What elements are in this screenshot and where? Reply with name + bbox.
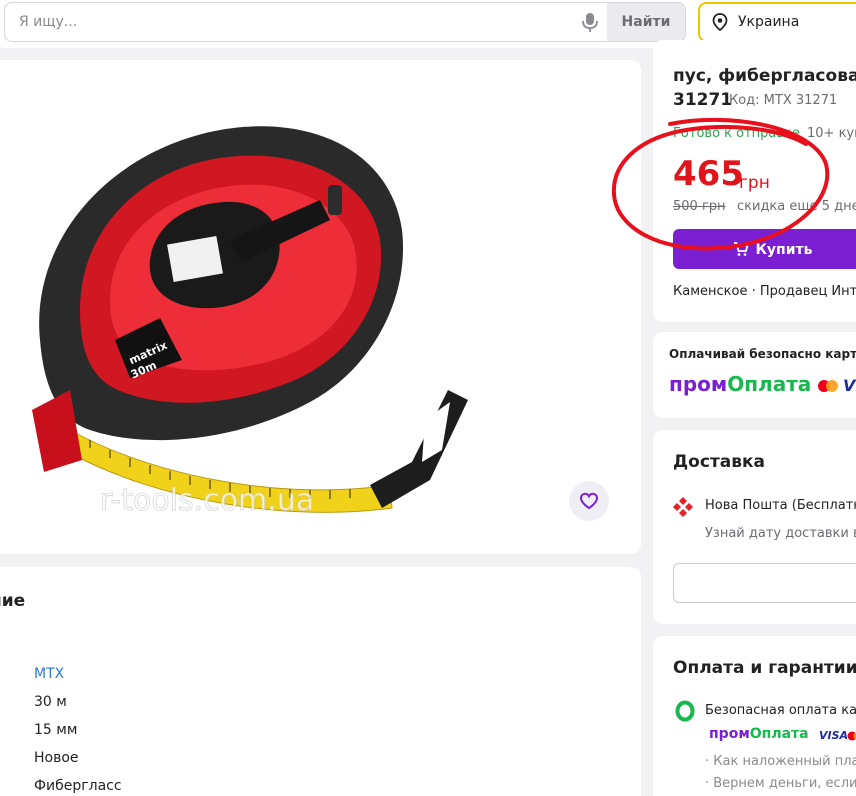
mastercard-icon-small	[847, 731, 856, 741]
safe-payment-card: Оплачивай безопасно карт промОплата VI	[653, 332, 856, 418]
region-selector[interactable]: Украина	[698, 2, 856, 42]
search-button[interactable]: Найти	[607, 3, 685, 41]
delivery-card: Доставка Нова Пошта (Бесплатно Узнай дат…	[653, 430, 856, 624]
product-gallery: matrix 30m r-tools.com.ua	[0, 60, 641, 554]
product-image[interactable]: matrix 30m r-tools.com.ua	[10, 90, 530, 550]
guarantee-bullet-cod: · Как наложенный плат	[705, 754, 856, 769]
search-box: Найти	[4, 2, 686, 42]
watermark: r-tools.com.ua	[100, 483, 314, 518]
specifications-title: ние	[0, 591, 26, 611]
favorite-button[interactable]	[569, 481, 609, 521]
delivery-date-hint: Узнай дату доставки в т	[705, 526, 856, 541]
region-label: Украина	[738, 14, 800, 30]
guarantee-bullet-refund: · Вернем деньги, если ч	[705, 776, 856, 791]
prom-oplata-logo-part2: Оплата	[727, 372, 812, 396]
guarantee-title: Оплата и гарантии	[673, 658, 856, 678]
spec-material: Фибергласс	[34, 778, 122, 794]
prom-oplata-logo-small-part2: Оплата	[749, 726, 809, 742]
heart-icon	[579, 492, 599, 510]
mastercard-icon	[818, 380, 838, 392]
location-pin-icon	[712, 13, 728, 32]
prom-oplata-logo-small-part1: пром	[709, 726, 750, 742]
payment-guarantee-card: Оплата и гарантии Безопасная оплата карт…	[653, 636, 856, 796]
price-highlight-circle	[611, 117, 830, 251]
guarantee-bullet-cod-text: Как наложенный плат	[713, 754, 856, 769]
product-code: Код: MTX 31271	[729, 93, 838, 108]
prom-oplata-logo: промОплата	[669, 372, 811, 396]
spec-length: 30 м	[34, 694, 67, 710]
seller-info[interactable]: Каменское · Продавец Интер	[673, 284, 856, 299]
prom-oplata-logo-small: промОплата	[709, 726, 809, 742]
delivery-option-nova-poshta[interactable]: Нова Пошта (Бесплатно	[705, 498, 856, 513]
delivery-city-input[interactable]	[673, 563, 856, 603]
nova-poshta-icon	[673, 497, 693, 517]
visa-logo-small: VISA	[819, 729, 849, 742]
prom-oplata-logo-part1: пром	[669, 372, 728, 396]
spec-brand-link[interactable]: MTX	[34, 666, 64, 682]
guarantee-bullet-refund-text: Вернем деньги, если ч	[713, 776, 856, 791]
product-code-number: 31271	[673, 90, 733, 110]
prom-oplata-o-icon	[675, 700, 695, 722]
visa-logo: VI	[843, 376, 856, 395]
safe-payment-label: Безопасная оплата карт	[705, 703, 856, 718]
delivery-title: Доставка	[673, 452, 765, 472]
safe-payment-title: Оплачивай безопасно карт	[669, 347, 856, 361]
spec-width: 15 мм	[34, 722, 78, 738]
product-title: пус, фибергласовая л	[673, 66, 856, 86]
specifications-card: ние MTX 30 м 15 мм Новое Фибергласс	[0, 567, 641, 796]
search-input[interactable]	[5, 3, 575, 41]
spec-condition: Новое	[34, 750, 79, 766]
microphone-icon[interactable]	[579, 11, 601, 33]
